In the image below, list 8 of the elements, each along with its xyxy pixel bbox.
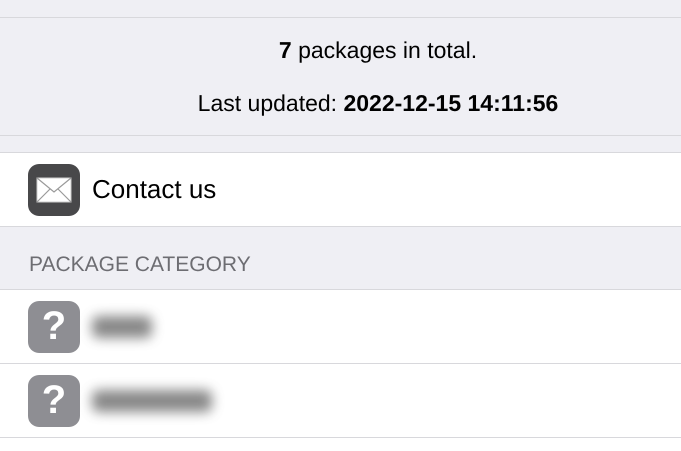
question-icon: ? <box>28 374 80 426</box>
contact-us-link[interactable]: Contact us <box>92 174 216 205</box>
section-header: PACKAGE CATEGORY <box>29 253 251 277</box>
package-count: 7 packages in total. <box>278 36 478 64</box>
question-icon: ? <box>28 300 80 352</box>
blurred-text-drawing <box>92 316 152 338</box>
mail-icon <box>28 164 80 216</box>
last-updated: Last updated: 2022-12-15 14:11:56 <box>198 90 558 116</box>
